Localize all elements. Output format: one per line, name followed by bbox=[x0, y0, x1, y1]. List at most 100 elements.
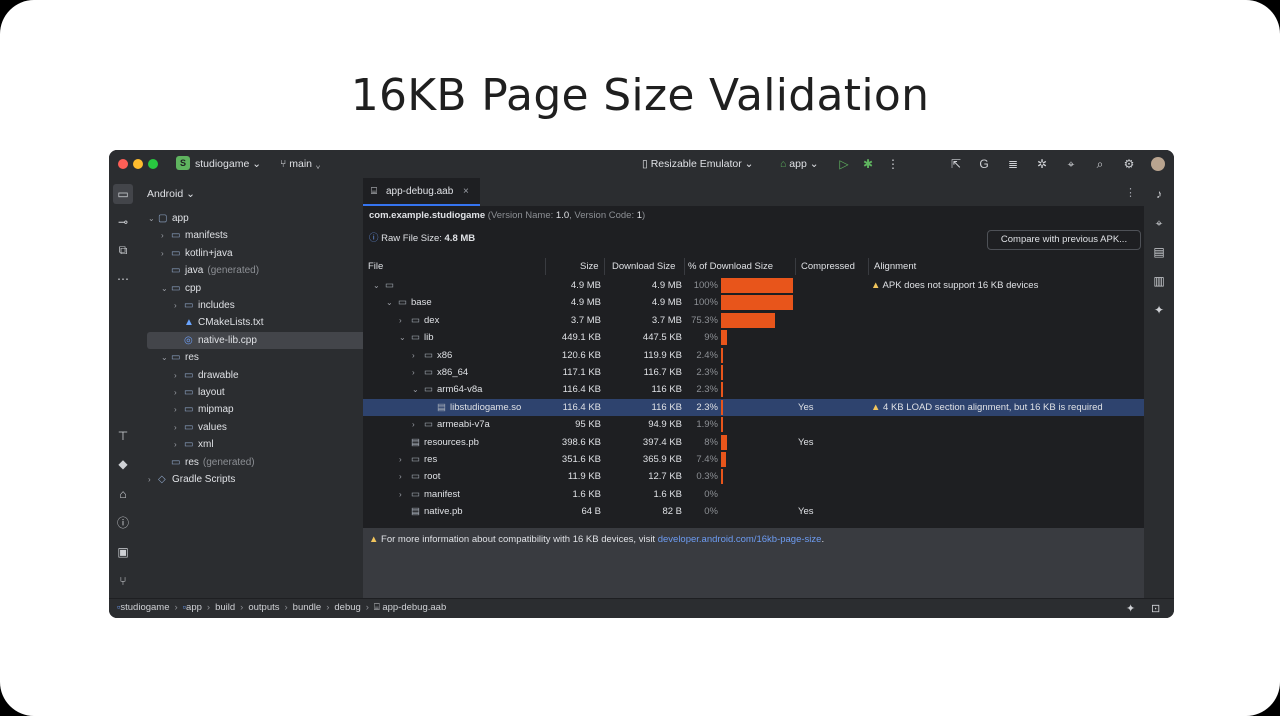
more-tools-icon[interactable]: ⋯ bbox=[115, 271, 131, 287]
running-devices-icon[interactable]: ▥ bbox=[1151, 273, 1167, 289]
problems-icon[interactable]: ⓘ bbox=[115, 515, 131, 531]
column-divider[interactable] bbox=[545, 258, 546, 275]
chevron-right-icon[interactable]: › bbox=[174, 384, 184, 401]
table-row[interactable]: ▤ libstudiogame.so 116.4 KB 116 KB 2.3% Yes ▲ … bbox=[363, 398, 1144, 416]
table-row[interactable]: › ▭ dex 3.7 MB 3.7 MB 75.3% bbox=[363, 312, 1144, 329]
chevron-right-icon[interactable]: › bbox=[412, 416, 424, 433]
debug-icon[interactable]: ✲ bbox=[1034, 156, 1050, 172]
gemini-status-icon[interactable]: ✦ bbox=[1126, 602, 1135, 615]
tree-item[interactable]: › ▭ kotlin+java bbox=[139, 245, 384, 262]
tree-item[interactable]: ▭ res (generated) bbox=[139, 454, 384, 471]
breadcrumb-item[interactable]: build bbox=[215, 602, 235, 613]
tab-app-debug-aab[interactable]: ⌸ app-debug.aab × bbox=[363, 178, 480, 206]
logcat-icon[interactable]: ≣ bbox=[1005, 156, 1021, 172]
gemini-icon[interactable]: ✦ bbox=[1151, 302, 1167, 318]
table-row[interactable]: › ▭ res 351.6 KB 365.9 KB 7.4% bbox=[363, 451, 1144, 468]
table-row[interactable]: › ▭ x86_64 117.1 KB 116.7 KB 2.3% bbox=[363, 364, 1144, 381]
column-percent[interactable]: % of Download Size bbox=[688, 261, 773, 272]
translate-icon[interactable]: G bbox=[976, 156, 992, 172]
column-divider[interactable] bbox=[795, 258, 796, 275]
tree-item[interactable]: ⌄ ▭ cpp bbox=[139, 280, 384, 297]
table-row[interactable]: ⌄ ▭ lib 449.1 KB 447.5 KB 9% bbox=[363, 329, 1144, 346]
close-window-button[interactable] bbox=[118, 159, 128, 169]
tree-item[interactable]: ◎ native-lib.cpp bbox=[147, 331, 381, 349]
table-row[interactable]: ⌄ ▭ base 4.9 MB 4.9 MB 100% bbox=[363, 294, 1144, 311]
docs-link[interactable]: developer.android.com/16kb-page-size bbox=[658, 534, 822, 545]
chevron-right-icon[interactable]: › bbox=[412, 364, 424, 381]
minimize-window-button[interactable] bbox=[133, 159, 143, 169]
device-manager-icon[interactable]: ⌖ bbox=[1063, 156, 1079, 172]
project-tool-icon[interactable]: ▭ bbox=[113, 184, 133, 204]
chevron-down-icon[interactable]: ⌄ bbox=[148, 210, 158, 227]
tree-item[interactable]: › ▭ mipmap bbox=[139, 401, 397, 418]
tree-item[interactable]: ⌄ ▢ app bbox=[139, 210, 371, 227]
table-row[interactable]: › ▭ root 11.9 KB 12.7 KB 0.3% bbox=[363, 468, 1144, 485]
breadcrumb-item[interactable]: debug bbox=[334, 602, 360, 613]
compare-apk-button[interactable]: Compare with previous APK... bbox=[987, 230, 1141, 250]
chevron-right-icon[interactable]: › bbox=[399, 451, 411, 468]
chevron-right-icon[interactable]: › bbox=[412, 347, 424, 364]
chevron-down-icon[interactable]: ⌄ bbox=[399, 329, 411, 346]
project-selector[interactable]: studiogame ⌄ bbox=[195, 158, 261, 170]
chevron-right-icon[interactable]: › bbox=[174, 367, 184, 384]
chevron-right-icon[interactable]: › bbox=[161, 245, 171, 262]
gem-icon[interactable]: ◆ bbox=[115, 456, 131, 472]
tree-item[interactable]: ⌄ ▭ res bbox=[139, 349, 384, 366]
close-icon[interactable]: × bbox=[463, 186, 469, 197]
chevron-down-icon[interactable]: ⌄ bbox=[386, 294, 398, 311]
table-row[interactable]: › ▭ armeabi-v7a 95 KB 94.9 KB 1.9% bbox=[363, 416, 1144, 433]
lock-icon[interactable]: ⊡ bbox=[1151, 602, 1160, 615]
breadcrumb-item[interactable]: app bbox=[186, 602, 202, 613]
chevron-down-icon[interactable]: ⌄ bbox=[412, 381, 424, 398]
tree-item[interactable]: ▭ java (generated) bbox=[139, 262, 384, 279]
column-size[interactable]: Size bbox=[580, 261, 598, 272]
project-view-selector[interactable]: Android ⌄ bbox=[147, 188, 195, 200]
chevron-right-icon[interactable]: › bbox=[399, 312, 411, 329]
build-icon[interactable]: ⊤ bbox=[115, 428, 131, 444]
tree-item[interactable]: › ▭ xml bbox=[139, 436, 397, 453]
device-selector[interactable]: ▯ Resizable Emulator ⌄ bbox=[642, 158, 753, 170]
column-file[interactable]: File bbox=[368, 261, 383, 272]
structure-icon[interactable]: ⧉ bbox=[115, 242, 131, 258]
table-row[interactable]: › ▭ x86 120.6 KB 119.9 KB 2.4% bbox=[363, 347, 1144, 364]
tree-item[interactable]: › ▭ layout bbox=[139, 384, 397, 401]
tree-item[interactable]: › ▭ manifests bbox=[139, 227, 384, 244]
chevron-right-icon[interactable]: › bbox=[399, 468, 411, 485]
chevron-right-icon[interactable]: › bbox=[399, 486, 411, 503]
breadcrumb-item[interactable]: studiogame bbox=[120, 602, 169, 613]
chevron-right-icon[interactable]: › bbox=[174, 401, 184, 418]
android-robot-icon[interactable]: ⌂ bbox=[115, 486, 131, 502]
zoom-window-button[interactable] bbox=[148, 159, 158, 169]
chevron-down-icon[interactable]: ⌄ bbox=[161, 280, 171, 297]
notifications-icon[interactable]: ♪ bbox=[1151, 186, 1167, 202]
tree-item[interactable]: › ▭ drawable bbox=[139, 367, 397, 384]
chevron-down-icon[interactable]: ⌄ bbox=[161, 349, 171, 366]
breadcrumb-item[interactable]: bundle bbox=[293, 602, 322, 613]
table-row[interactable]: ⌄ ▭ arm64-v8a 116.4 KB 116 KB 2.3% bbox=[363, 381, 1144, 398]
chevron-right-icon[interactable]: › bbox=[174, 297, 184, 314]
tree-item[interactable]: ▲ CMakeLists.txt bbox=[139, 314, 397, 331]
project-badge[interactable]: S bbox=[176, 156, 190, 170]
more-actions-icon[interactable]: ⋮ bbox=[885, 156, 901, 172]
chevron-right-icon[interactable]: › bbox=[161, 227, 171, 244]
breadcrumb-item[interactable]: outputs bbox=[248, 602, 279, 613]
tab-options-icon[interactable]: ⋮ bbox=[1125, 186, 1136, 199]
avatar[interactable] bbox=[1151, 157, 1165, 171]
search-icon[interactable]: ⌕ bbox=[1092, 156, 1108, 172]
chevron-right-icon[interactable]: › bbox=[174, 419, 184, 436]
run-icon[interactable]: ▷ bbox=[836, 156, 852, 172]
terminal-icon[interactable]: ▣ bbox=[115, 544, 131, 560]
gradle-icon[interactable]: ⌖ bbox=[1151, 215, 1167, 231]
column-divider[interactable] bbox=[684, 258, 685, 275]
column-compressed[interactable]: Compressed bbox=[801, 261, 855, 272]
commit-icon[interactable]: ⊸ bbox=[115, 214, 131, 230]
git-icon[interactable]: ⑂ bbox=[115, 573, 131, 589]
column-download-size[interactable]: Download Size bbox=[612, 261, 675, 272]
chevron-right-icon[interactable]: › bbox=[174, 436, 184, 453]
gradle-sync-icon[interactable]: ⇱ bbox=[948, 156, 964, 172]
table-row[interactable]: ▤ native.pb 64 B 82 B 0% Yes bbox=[363, 503, 1144, 520]
table-row[interactable]: ▤ resources.pb 398.6 KB 397.4 KB 8% Yes bbox=[363, 434, 1144, 451]
tree-item[interactable]: › ▭ values bbox=[139, 419, 397, 436]
tree-item[interactable]: › ◇ Gradle Scripts bbox=[139, 471, 371, 488]
chevron-right-icon[interactable]: › bbox=[148, 471, 158, 488]
